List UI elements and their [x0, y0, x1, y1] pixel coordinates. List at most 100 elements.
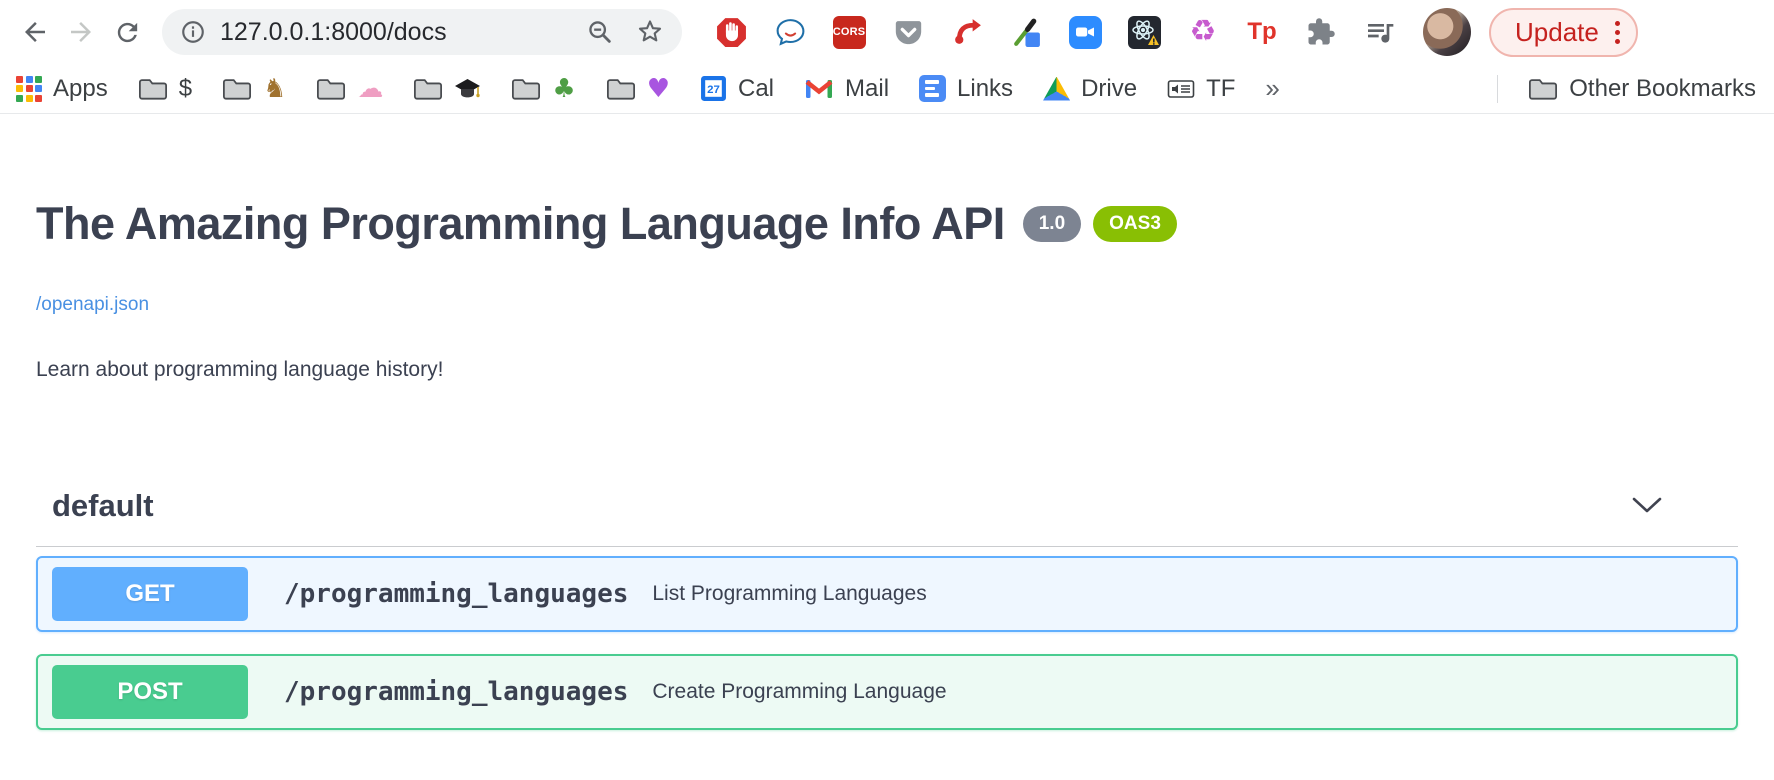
bookmark-label: TF [1206, 75, 1235, 103]
site-info-icon[interactable] [180, 19, 206, 45]
folder-icon [138, 76, 168, 102]
tp-extension-icon[interactable]: Tp [1245, 15, 1279, 49]
herb-emoji-icon: ♣ [552, 76, 575, 102]
adblock-extension-icon[interactable] [714, 15, 748, 49]
bookmark-gmail[interactable]: Mail [804, 75, 889, 103]
bookmark-drive[interactable]: Drive [1043, 75, 1137, 103]
react-devtools-extension-icon[interactable] [1127, 15, 1161, 49]
api-badges: 1.0 OAS3 [1023, 206, 1177, 242]
bookmark-label: Links [957, 75, 1013, 103]
bookmarks-overflow-button[interactable]: » [1265, 73, 1279, 104]
zoom-extension-icon[interactable] [1068, 15, 1102, 49]
bookmarks-divider [1497, 75, 1498, 103]
bookmark-label: Mail [845, 75, 889, 103]
back-button[interactable] [12, 9, 58, 55]
bookmarks-bar: Apps $ ♞ ☁ ♣ [0, 64, 1774, 114]
playlist-music-icon [1364, 16, 1396, 48]
endpoint-path: /programming_languages [284, 579, 628, 609]
colorpicker-extension-icon[interactable] [1009, 15, 1043, 49]
bookmark-folder-herb[interactable]: ♣ [511, 76, 575, 102]
chat-bubble-extension-icon[interactable] [773, 15, 807, 49]
chrome-update-button[interactable]: Update [1489, 8, 1638, 57]
method-badge-get: GET [52, 567, 248, 621]
tp-icon-label: Tp [1247, 20, 1276, 44]
endpoint-summary: List Programming Languages [652, 582, 926, 606]
google-calendar-icon: 27 [700, 75, 727, 102]
browser-toolbar: 127.0.0.1:8000/docs [0, 0, 1774, 64]
media-playlist-button[interactable] [1363, 15, 1397, 49]
red-dot-arrow-icon [951, 16, 984, 49]
reload-icon [113, 18, 142, 47]
bookmark-star-icon[interactable] [636, 18, 664, 46]
browser-menu-dots-icon[interactable] [1615, 21, 1620, 44]
zoom-out-page-icon[interactable] [586, 18, 614, 46]
folder-icon [606, 76, 636, 102]
gmail-icon [804, 77, 834, 101]
apps-grid-icon [16, 76, 42, 102]
bookmark-label: $ [179, 75, 192, 103]
bookmark-folder-graduation[interactable] [413, 76, 481, 102]
api-description: Learn about programming language history… [36, 358, 1738, 382]
cors-extension-icon[interactable]: CORS [832, 15, 866, 49]
pocket-extension-icon[interactable] [891, 15, 925, 49]
forward-button[interactable] [58, 9, 104, 55]
endpoint-get-programming-languages[interactable]: GET /programming_languages List Programm… [36, 556, 1738, 632]
folder-icon [413, 76, 443, 102]
bookmark-label: Other Bookmarks [1569, 75, 1756, 103]
folder-icon [511, 76, 541, 102]
reload-button[interactable] [104, 9, 150, 55]
bookmark-folder-dollar[interactable]: $ [138, 75, 192, 103]
share-arrow-extension-icon[interactable] [950, 15, 984, 49]
bookmark-label: Drive [1081, 75, 1137, 103]
bookmark-apps[interactable]: Apps [16, 75, 108, 103]
bookmark-calendar[interactable]: 27 Cal [700, 75, 774, 103]
news-card-icon [1167, 77, 1195, 101]
forward-arrow-icon [66, 17, 96, 47]
other-bookmarks-button[interactable]: Other Bookmarks [1528, 75, 1756, 103]
bookmark-folder-brain[interactable]: ☁ [316, 76, 383, 102]
brain-emoji-icon: ☁ [357, 76, 383, 102]
api-header: The Amazing Programming Language Info AP… [36, 198, 1738, 250]
endpoint-post-programming-languages[interactable]: POST /programming_languages Create Progr… [36, 654, 1738, 730]
oas3-badge: OAS3 [1093, 206, 1177, 242]
google-drive-icon [1043, 77, 1070, 101]
update-label: Update [1515, 17, 1599, 48]
extensions-menu-button[interactable] [1304, 15, 1338, 49]
extensions-row: CORS [714, 15, 1397, 49]
operations-list: GET /programming_languages List Programm… [36, 556, 1738, 730]
version-badge: 1.0 [1023, 206, 1081, 242]
folder-icon [316, 76, 346, 102]
cors-icon-label: CORS [833, 16, 866, 49]
endpoint-summary: Create Programming Language [652, 680, 946, 704]
video-camera-icon [1069, 16, 1102, 49]
recycle-extension-icon[interactable]: ♻ [1186, 15, 1220, 49]
url-text[interactable]: 127.0.0.1:8000/docs [220, 18, 586, 47]
method-badge-post: POST [52, 665, 248, 719]
graduation-cap-emoji-icon [454, 78, 481, 100]
tag-section-default[interactable]: default [36, 478, 1738, 547]
profile-avatar[interactable] [1423, 8, 1471, 56]
bookmark-tf[interactable]: TF [1167, 75, 1235, 103]
api-title: The Amazing Programming Language Info AP… [36, 198, 1005, 250]
puzzle-piece-icon [1306, 17, 1336, 47]
links-list-icon [919, 75, 946, 102]
endpoint-path: /programming_languages [284, 677, 628, 707]
speech-bubble-icon [774, 16, 807, 49]
atom-warning-icon [1128, 16, 1161, 49]
bookmark-label: Apps [53, 75, 108, 103]
calendar-day-number: 27 [707, 84, 720, 96]
openapi-spec-link[interactable]: /openapi.json [36, 294, 149, 316]
url-bar[interactable]: 127.0.0.1:8000/docs [162, 9, 682, 55]
eyedropper-icon [1010, 16, 1043, 49]
pocket-shield-icon [892, 16, 925, 49]
purple-heart-emoji-icon: ♥ [647, 76, 670, 102]
bookmark-links[interactable]: Links [919, 75, 1013, 103]
swagger-page: The Amazing Programming Language Info AP… [0, 198, 1774, 730]
bookmark-label: Cal [738, 75, 774, 103]
folder-icon [222, 76, 252, 102]
bookmark-folder-carousel-horse[interactable]: ♞ [222, 76, 286, 102]
double-chevron-icon: » [1265, 73, 1279, 104]
bookmark-folder-purple-heart[interactable]: ♥ [606, 76, 670, 102]
carousel-horse-emoji-icon: ♞ [263, 76, 286, 102]
chevron-down-icon[interactable] [1632, 497, 1662, 514]
